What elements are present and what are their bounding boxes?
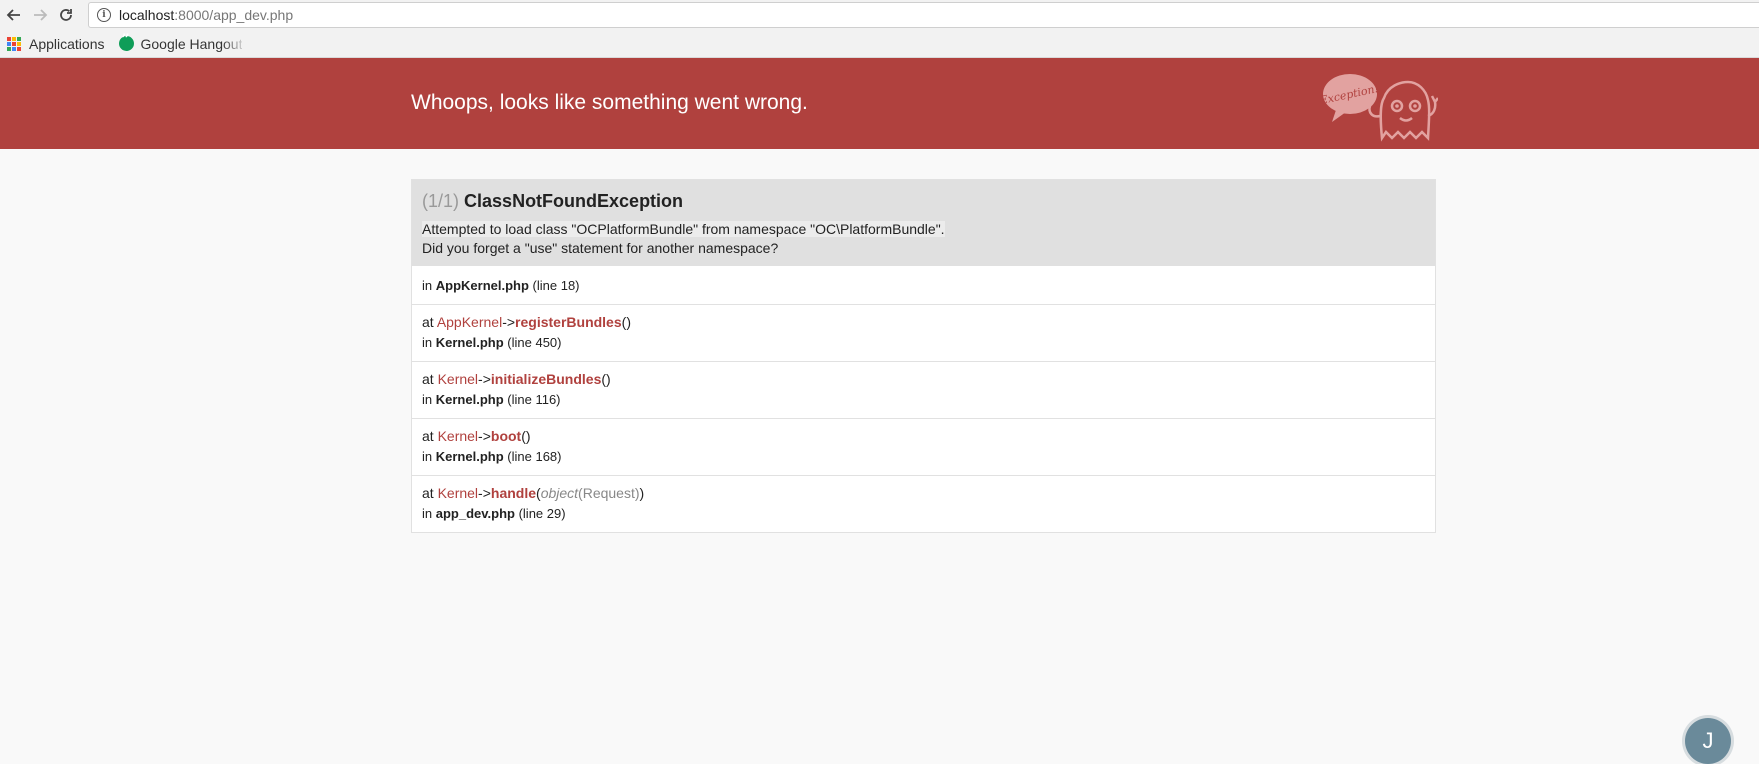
error-header: Whoops, looks like something went wrong.… [0, 58, 1759, 149]
trace-in-label: in [422, 449, 433, 464]
url-host: localhost [119, 7, 175, 23]
arrow-left-icon [6, 9, 20, 21]
exception-ghost-logo: Exception! [1322, 74, 1438, 142]
trace-function: initializeBundles [490, 371, 602, 387]
trace-file[interactable]: AppKernel.php [436, 278, 529, 293]
bookmarks-bar: Applications Google Hangout [0, 30, 1759, 58]
exception-message-line-2: Did you forget a "use" statement for ano… [422, 240, 779, 256]
trace-line: (line 29) [518, 506, 566, 521]
page-title: Whoops, looks like something went wrong. [411, 91, 808, 114]
trace-arg-value[interactable]: (Request) [578, 485, 639, 501]
trace-file[interactable]: Kernel.php [436, 449, 504, 464]
trace-arrow: -> [478, 428, 491, 444]
trace-paren-close: ) [626, 314, 631, 330]
trace-function: boot [490, 428, 522, 444]
bookmark-applications[interactable]: Applications [7, 36, 105, 52]
trace-arrow: -> [502, 314, 516, 330]
reload-button[interactable] [54, 3, 78, 27]
trace-frame: at AppKernel->registerBundles() in Kerne… [412, 304, 1435, 361]
exception-title: (1/1) ClassNotFoundException [422, 191, 1425, 212]
url-path: :8000/app_dev.php [174, 7, 294, 23]
trace-line: (line 450) [507, 335, 562, 350]
trace-file[interactable]: app_dev.php [436, 506, 515, 521]
trace-file[interactable]: Kernel.php [436, 335, 504, 350]
trace-line: (line 116) [507, 392, 561, 407]
forward-button[interactable] [28, 3, 52, 27]
trace-paren-close: ) [525, 428, 531, 444]
trace-class[interactable]: Kernel [438, 371, 478, 387]
trace-at-label: at [422, 428, 434, 444]
hangouts-icon [118, 32, 134, 51]
trace-class[interactable]: Kernel [438, 428, 478, 444]
trace-frame: at Kernel->boot() in Kernel.php (line 16… [412, 418, 1435, 475]
trace-in-label: in [422, 277, 433, 293]
trace-at-label: at [422, 314, 434, 330]
exception-message-line-1: Attempted to load class "OCPlatformBundl… [422, 221, 945, 237]
trace-in-label: in [422, 392, 433, 407]
trace-in-label: in [422, 506, 433, 521]
back-button[interactable] [2, 3, 26, 27]
bookmark-label: Applications [29, 35, 105, 52]
trace-paren-close: ) [639, 485, 645, 501]
address-bar[interactable]: i localhost:8000/app_dev.php [88, 2, 1759, 28]
trace-at-label: at [422, 485, 434, 501]
arrow-right-icon [34, 9, 48, 21]
trace-line: (line 18) [532, 277, 580, 293]
trace-in-label: in [422, 335, 433, 350]
exception-class: ClassNotFoundException [464, 191, 684, 211]
trace-frame: at Kernel->handle(object(Request)) in ap… [412, 475, 1435, 532]
trace-class[interactable]: Kernel [438, 485, 478, 501]
trace-file[interactable]: Kernel.php [436, 392, 504, 407]
trace-line: (line 168) [507, 449, 562, 464]
info-icon[interactable]: i [97, 8, 111, 22]
trace-function: handle [490, 485, 537, 501]
apps-grid-icon [7, 36, 21, 51]
trace-origin: in AppKernel.php (line 18) [412, 266, 1435, 304]
avatar[interactable]: J [1685, 718, 1731, 764]
exception-message: Attempted to load class "OCPlatformBundl… [422, 220, 1425, 258]
trace-arrow: -> [478, 371, 491, 387]
trace-class[interactable]: AppKernel [437, 314, 502, 330]
trace-function: registerBundles [515, 314, 622, 330]
trace-at-label: at [422, 371, 434, 387]
browser-toolbar: i localhost:8000/app_dev.php [0, 0, 1759, 30]
trace-arg-type: object [540, 485, 579, 501]
exception-count: (1/1) [422, 191, 460, 211]
exception-panel: (1/1) ClassNotFoundException Attempted t… [411, 179, 1436, 533]
bookmark-label: Google Hangout [140, 35, 243, 52]
trace-frame: at Kernel->initializeBundles() in Kernel… [412, 361, 1435, 418]
trace-paren-close: ) [606, 371, 611, 387]
trace-arrow: -> [478, 485, 491, 501]
exception-summary: (1/1) ClassNotFoundException Attempted t… [412, 180, 1435, 266]
bookmark-google-hangout[interactable]: Google Hangout [118, 32, 243, 52]
reload-icon [60, 9, 72, 21]
